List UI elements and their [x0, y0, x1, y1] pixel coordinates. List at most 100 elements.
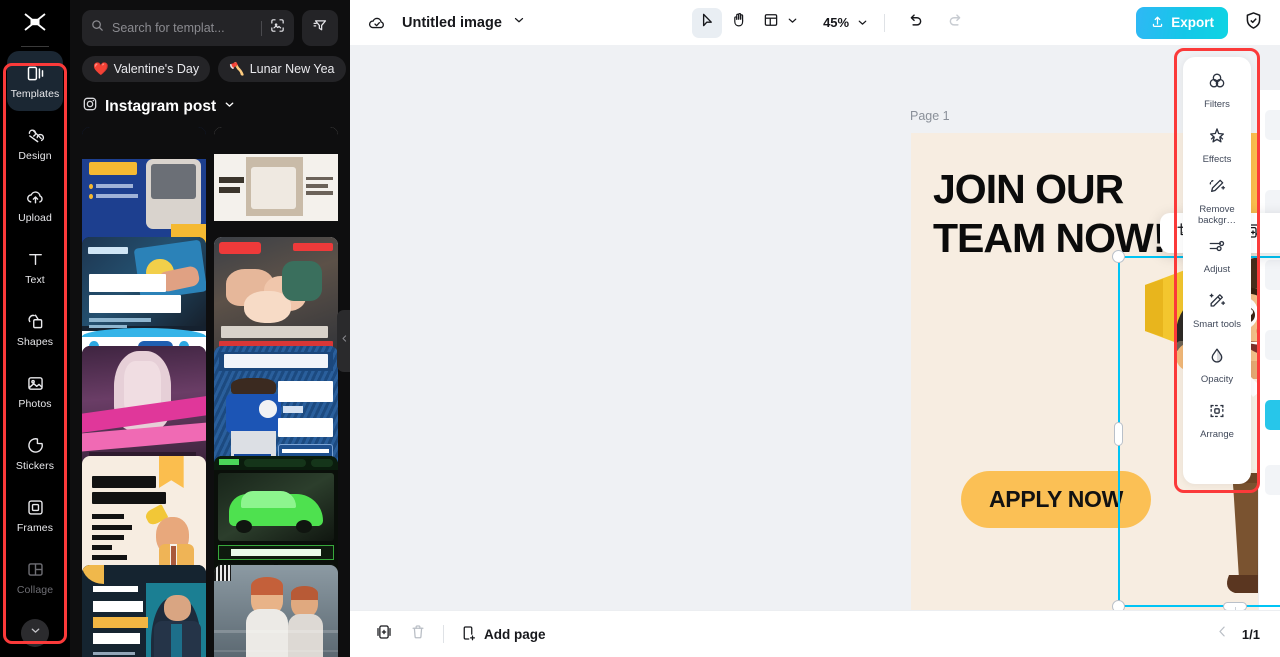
- sidebar-item-label: Upload: [18, 211, 52, 224]
- text-icon: [25, 249, 46, 270]
- zoom-value: 45%: [823, 15, 850, 30]
- chip-valentines-day[interactable]: ❤️ Valentine's Day: [82, 56, 211, 82]
- strip-row: [1265, 110, 1280, 140]
- resize-handle-middle-left[interactable]: [1114, 422, 1123, 446]
- category-label: Instagram post: [105, 97, 217, 115]
- resize-handle-top-left[interactable]: [1112, 250, 1125, 263]
- chevron-left-icon: [340, 332, 349, 350]
- add-page-label: Add page: [484, 626, 546, 642]
- top-toolbar: Untitled image 45% Export: [350, 0, 1280, 45]
- adjust-icon: [1207, 236, 1227, 261]
- templates-icon: [25, 63, 46, 84]
- resize-handle-bottom-left[interactable]: [1112, 600, 1125, 610]
- main-area: Untitled image 45% Export Page 1 JOIN OU…: [350, 0, 1280, 657]
- sidebar-item-stickers[interactable]: Stickers: [7, 423, 63, 483]
- rail-expand-button[interactable]: [21, 619, 49, 647]
- template-grid: [70, 127, 350, 657]
- template-card-get-started-blue[interactable]: [82, 127, 206, 251]
- sidebar-item-shapes[interactable]: Shapes: [7, 299, 63, 359]
- title-chevron-down-icon[interactable]: [512, 13, 526, 32]
- shield-icon: [1243, 10, 1264, 36]
- select-tool-button[interactable]: [692, 7, 723, 38]
- sidebar-item-text[interactable]: Text: [7, 237, 63, 297]
- rail-item-list: Templates Design Upload Text Shapes Phot…: [0, 51, 70, 609]
- panel-collapse-button[interactable]: [337, 310, 350, 372]
- delete-page-button[interactable]: [404, 620, 432, 648]
- export-label: Export: [1171, 15, 1215, 30]
- category-selector[interactable]: Instagram post: [70, 96, 350, 117]
- add-page-button[interactable]: Add page: [459, 624, 546, 645]
- template-card-alter-noise[interactable]: [214, 565, 338, 657]
- tool-smart-tools[interactable]: Smart tools: [1186, 283, 1248, 338]
- tool-label: Smart tools: [1192, 319, 1242, 330]
- search-input[interactable]: Search for templat...: [82, 10, 294, 46]
- category-chips: ❤️ Valentine's Day 🪓 Lunar New Yea: [82, 56, 346, 82]
- tool-opacity[interactable]: Opacity: [1186, 338, 1248, 393]
- filter-button[interactable]: [302, 10, 338, 46]
- search-icon: [90, 18, 105, 38]
- upload-cloud-icon: [25, 187, 46, 208]
- chip-label: Lunar New Yea: [249, 62, 335, 76]
- sidebar-item-label: Stickers: [15, 459, 55, 472]
- more-button[interactable]: [1272, 218, 1280, 248]
- templates-panel: Search for templat... ❤️ Valentine's Day…: [70, 0, 350, 657]
- tool-arrange[interactable]: Arrange: [1186, 393, 1248, 448]
- sidebar-item-templates[interactable]: Templates: [7, 51, 63, 111]
- template-card-digital-marketing-agency[interactable]: [82, 565, 206, 657]
- image-search-icon[interactable]: [269, 17, 286, 39]
- tool-label: Filters: [1204, 99, 1230, 110]
- undo-button[interactable]: [900, 8, 930, 38]
- sidebar-item-frames[interactable]: Frames: [7, 485, 63, 545]
- export-button[interactable]: Export: [1136, 6, 1229, 39]
- shield-button[interactable]: [1238, 8, 1268, 38]
- shapes-icon: [25, 311, 46, 332]
- tool-label: Remove backgr…: [1197, 203, 1236, 226]
- instagram-icon: [82, 96, 98, 117]
- hand-tool-button[interactable]: [724, 8, 754, 38]
- sidebar-item-upload[interactable]: Upload: [7, 175, 63, 235]
- sidebar-item-collage[interactable]: Collage: [7, 547, 63, 607]
- opacity-icon: [1207, 346, 1227, 371]
- sidebar-item-label: Frames: [16, 521, 54, 534]
- template-card-size-160-sqm[interactable]: [214, 127, 338, 251]
- prev-page-button[interactable]: [1215, 624, 1230, 644]
- sidebar-item-label: Shapes: [16, 335, 54, 348]
- trash-icon: [409, 623, 427, 646]
- tool-effects[interactable]: Effects: [1186, 118, 1248, 173]
- tool-adjust[interactable]: Adjust: [1186, 228, 1248, 283]
- redo-button[interactable]: [940, 8, 970, 38]
- redo-icon: [946, 11, 965, 35]
- right-tools-card: Filters Effects Remove backgr… Adjust Sm…: [1183, 57, 1251, 484]
- sidebar-item-label: Photos: [18, 397, 52, 410]
- filters-icon: [1207, 71, 1227, 96]
- capcut-logo-icon[interactable]: [0, 0, 70, 44]
- sidebar-item-design[interactable]: Design: [7, 113, 63, 173]
- design-icon: [25, 125, 46, 146]
- sidebar-item-label: Design: [18, 149, 52, 162]
- chip-lunar-new-year[interactable]: 🪓 Lunar New Yea: [218, 56, 346, 82]
- page-label: Page 1: [910, 109, 950, 123]
- remove-background-icon: [1207, 176, 1227, 201]
- capcut-editor-window: Templates Design Upload Text Shapes Phot…: [0, 0, 1280, 657]
- tool-label: Opacity: [1200, 374, 1234, 385]
- cloud-saved-icon[interactable]: [362, 8, 392, 38]
- layout-tool-button[interactable]: [756, 8, 786, 38]
- canvas-stage[interactable]: Page 1 JOIN OUR TEAM NOW! APPLY NOW: [350, 45, 1280, 610]
- sidebar-item-label: Text: [25, 273, 45, 286]
- collage-icon: [25, 559, 46, 580]
- canvas-tools: [692, 7, 799, 38]
- cursor-icon: [698, 11, 716, 34]
- rail-divider: [21, 46, 49, 47]
- template-card-non-profit-organization[interactable]: [214, 236, 338, 361]
- duplicate-page-button[interactable]: [370, 620, 398, 648]
- sidebar-item-photos[interactable]: Photos: [7, 361, 63, 421]
- document-title[interactable]: Untitled image: [402, 15, 502, 31]
- template-card-auto-detailing[interactable]: [82, 236, 206, 361]
- layout-chevron-down-icon[interactable]: [786, 14, 799, 32]
- duplicate-page-icon: [375, 623, 393, 646]
- tool-filters[interactable]: Filters: [1186, 63, 1248, 118]
- zoom-control[interactable]: 45%: [823, 15, 869, 30]
- sidebar-item-label: Collage: [16, 583, 54, 596]
- tool-remove-background[interactable]: Remove backgr…: [1186, 173, 1248, 228]
- search-placeholder: Search for templat...: [112, 21, 225, 35]
